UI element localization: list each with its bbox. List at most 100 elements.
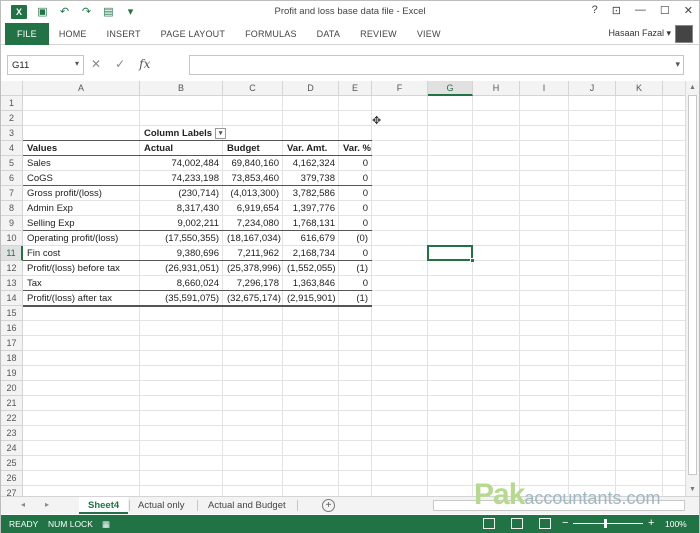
column-header-d[interactable]: D xyxy=(283,81,339,96)
row-header-26[interactable]: 26 xyxy=(1,471,23,486)
worksheet-grid[interactable]: ABCDEFGHIJK 1 2 3 4 5 6 7 8 9 10 11 12 13 14 15 16 17 18 1… xyxy=(1,81,685,496)
row-header-20[interactable]: 20 xyxy=(1,381,23,396)
close-icon[interactable]: ✕ xyxy=(684,4,693,17)
minimize-icon[interactable]: — xyxy=(635,4,646,17)
normal-view-icon[interactable] xyxy=(483,518,495,529)
form-icon[interactable]: ▤ xyxy=(102,6,115,19)
row-header-21[interactable]: 21 xyxy=(1,396,23,411)
pivot-value-cell[interactable]: 7,296,178 xyxy=(223,276,283,291)
row-header-12[interactable]: 12 xyxy=(1,261,23,276)
pivot-row-label[interactable]: Admin Exp xyxy=(23,201,140,216)
sheet-tab-actual-and-budget[interactable]: Actual and Budget xyxy=(199,497,295,514)
row-header-11[interactable]: 11 xyxy=(1,246,23,261)
pivot-value-cell[interactable]: 0 xyxy=(339,171,372,186)
scroll-down-icon[interactable]: ▼ xyxy=(689,486,696,493)
row-header-15[interactable]: 15 xyxy=(1,306,23,321)
pivot-value-cell[interactable]: (4,013,300) xyxy=(223,186,283,201)
page-break-view-icon[interactable] xyxy=(539,518,551,529)
column-header-e[interactable]: E xyxy=(339,81,372,96)
macro-record-icon[interactable]: ▦ xyxy=(102,519,110,530)
pivot-row-label[interactable]: Tax xyxy=(23,276,140,291)
column-header-k[interactable]: K xyxy=(616,81,663,96)
pivot-row-label[interactable]: Operating profit/(loss) xyxy=(23,231,140,246)
filter-dropdown-icon[interactable]: ▾ xyxy=(215,127,227,139)
pivot-row-label[interactable]: Sales xyxy=(23,156,140,171)
row-header-4[interactable]: 4 xyxy=(1,141,23,156)
row-header-6[interactable]: 6 xyxy=(1,171,23,186)
pivot-value-cell[interactable]: 616,679 xyxy=(283,231,339,246)
pivot-value-cell[interactable]: (230,714) xyxy=(140,186,223,201)
pivot-value-cell[interactable]: 0 xyxy=(339,156,372,171)
pivot-row-label[interactable]: Profit/(loss) before tax xyxy=(23,261,140,276)
pivot-value-cell[interactable]: 1,397,776 xyxy=(283,201,339,216)
column-header-g[interactable]: G xyxy=(428,81,473,96)
scroll-thumb[interactable] xyxy=(688,95,697,475)
pivot-row-label[interactable]: Fin cost xyxy=(23,246,140,261)
pivot-value-cell[interactable]: 69,840,160 xyxy=(223,156,283,171)
pivot-value-cell[interactable]: (1) xyxy=(339,291,372,306)
pivot-value-cell[interactable]: 9,002,211 xyxy=(140,216,223,231)
redo-icon[interactable]: ↷ xyxy=(80,6,93,19)
zoom-in-button[interactable]: + xyxy=(648,517,654,529)
column-header-f[interactable]: F xyxy=(372,81,428,96)
pivot-value-cell[interactable]: (26,931,051) xyxy=(140,261,223,276)
pivot-value-cell[interactable]: 9,380,696 xyxy=(140,246,223,261)
user-name[interactable]: Hasaan Fazal ▾ xyxy=(608,28,671,39)
row-header-18[interactable]: 18 xyxy=(1,351,23,366)
pivot-value-cell[interactable]: (18,167,034) xyxy=(223,231,283,246)
pivot-value-cell[interactable]: 73,853,460 xyxy=(223,171,283,186)
pivot-value-cell[interactable]: 8,317,430 xyxy=(140,201,223,216)
column-header-b[interactable]: B xyxy=(140,81,223,96)
column-header-a[interactable]: A xyxy=(23,81,140,96)
pivot-value-cell[interactable]: (35,591,075) xyxy=(140,291,223,306)
pivot-value-cell[interactable]: 0 xyxy=(339,216,372,231)
tab-page-layout[interactable]: PAGE LAYOUT xyxy=(151,23,235,45)
pivot-value-cell[interactable]: (2,915,901) xyxy=(283,291,339,306)
tab-insert[interactable]: INSERT xyxy=(97,23,151,45)
page-layout-view-icon[interactable] xyxy=(511,518,523,529)
expand-formula-icon[interactable]: ▾ xyxy=(675,59,680,70)
pivot-value-cell[interactable]: 4,162,324 xyxy=(283,156,339,171)
row-header-7[interactable]: 7 xyxy=(1,186,23,201)
pivot-column-labels[interactable]: Column Labels ▾ xyxy=(140,126,250,141)
avatar[interactable] xyxy=(675,25,693,43)
row-header-19[interactable]: 19 xyxy=(1,366,23,381)
pivot-header[interactable]: Values xyxy=(23,141,140,156)
pivot-value-cell[interactable]: 0 xyxy=(339,201,372,216)
cancel-icon[interactable]: ✕ xyxy=(91,57,101,71)
column-header-h[interactable]: H xyxy=(473,81,520,96)
row-header-27[interactable]: 27 xyxy=(1,486,23,496)
row-header-22[interactable]: 22 xyxy=(1,411,23,426)
row-header-25[interactable]: 25 xyxy=(1,456,23,471)
help-icon[interactable]: ? xyxy=(592,4,598,17)
zoom-slider-thumb[interactable] xyxy=(604,519,607,528)
pivot-value-cell[interactable]: 0 xyxy=(339,276,372,291)
column-header-i[interactable]: I xyxy=(520,81,569,96)
row-header-17[interactable]: 17 xyxy=(1,336,23,351)
row-header-13[interactable]: 13 xyxy=(1,276,23,291)
row-header-9[interactable]: 9 xyxy=(1,216,23,231)
scroll-up-icon[interactable]: ▲ xyxy=(689,84,696,91)
sheet-tab-sheet4[interactable]: Sheet4 xyxy=(79,497,129,514)
pivot-value-cell[interactable]: (0) xyxy=(339,231,372,246)
pivot-value-cell[interactable]: (1) xyxy=(339,261,372,276)
maximize-icon[interactable]: ☐ xyxy=(660,4,670,17)
zoom-out-button[interactable]: − xyxy=(562,517,568,529)
tab-formulas[interactable]: FORMULAS xyxy=(235,23,307,45)
tab-review[interactable]: REVIEW xyxy=(350,23,407,45)
sheet-tab-actual-only[interactable]: Actual only xyxy=(129,497,193,514)
pivot-value-cell[interactable]: 7,211,962 xyxy=(223,246,283,261)
pivot-row-label[interactable]: Selling Exp xyxy=(23,216,140,231)
customize-qat-icon[interactable]: ▾ xyxy=(124,6,137,19)
name-box[interactable]: G11 ▾ xyxy=(7,55,84,75)
tab-view[interactable]: VIEW xyxy=(407,23,451,45)
pivot-value-cell[interactable]: (17,550,355) xyxy=(140,231,223,246)
pivot-value-cell[interactable]: 379,738 xyxy=(283,171,339,186)
undo-icon[interactable]: ↶ xyxy=(58,6,71,19)
tab-file[interactable]: FILE xyxy=(5,22,49,45)
pivot-row-label[interactable]: CoGS xyxy=(23,171,140,186)
row-header-24[interactable]: 24 xyxy=(1,441,23,456)
row-header-1[interactable]: 1 xyxy=(1,96,23,111)
select-all-corner[interactable] xyxy=(1,81,23,96)
formula-input[interactable]: ▾ xyxy=(189,55,684,75)
